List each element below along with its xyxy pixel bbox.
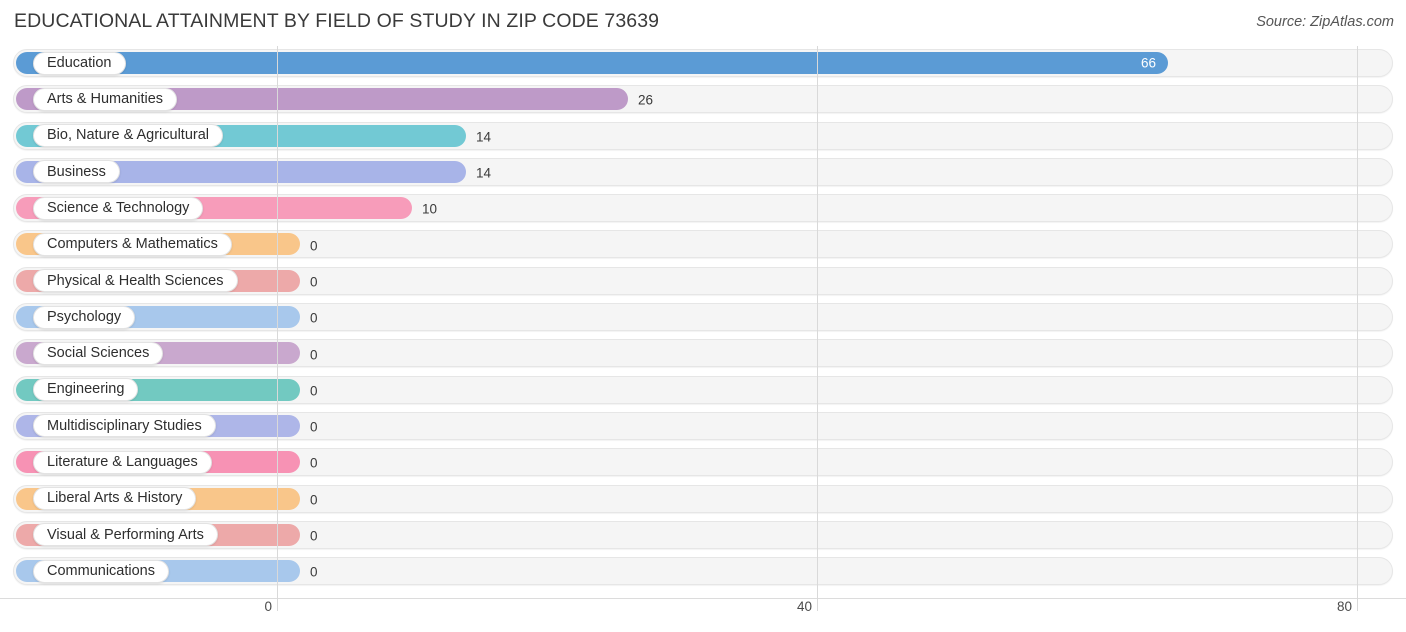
axis-line	[0, 598, 1406, 599]
bar-category-pill[interactable]: Social Sciences	[33, 341, 164, 365]
bar-value-label: 0	[310, 528, 318, 544]
bar-row: 0 Psychology	[0, 300, 1406, 336]
bar-category-pill[interactable]: Science & Technology	[33, 196, 204, 220]
bar-category-label: Business	[47, 163, 106, 180]
bar-category-label: Social Sciences	[47, 345, 150, 362]
axis-tick-mark	[277, 598, 278, 611]
axis-tick-mark	[1357, 598, 1358, 611]
bar-value-label: 0	[310, 564, 318, 580]
bar-category-pill[interactable]: Education	[33, 51, 126, 75]
chart-page: EDUCATIONAL ATTAINMENT BY FIELD OF STUDY…	[0, 0, 1406, 632]
bar-value-label: 0	[310, 347, 318, 363]
bar-category-pill[interactable]: Literature & Languages	[33, 450, 212, 474]
bar-value-label: 10	[422, 201, 438, 217]
bar-value-label: 0	[310, 455, 318, 471]
x-axis: 0 40 80	[0, 598, 1406, 632]
bar-row: 0 Liberal Arts & History	[0, 482, 1406, 518]
plot-area: 66 Education 26 Arts & Humanities 14 Bio, Nat…	[0, 46, 1406, 598]
bar-category-label: Liberal Arts & History	[47, 490, 183, 507]
bar-row: 0 Literature & Languages	[0, 445, 1406, 481]
bar-value-label: 14	[476, 165, 492, 181]
axis-tick-label: 80	[1336, 599, 1352, 614]
bar-value-label: 14	[476, 129, 492, 145]
axis-tick-mark	[817, 598, 818, 611]
bar-category-pill[interactable]: Arts & Humanities	[33, 87, 178, 111]
bar-category-label: Visual & Performing Arts	[47, 526, 204, 543]
bar-row: 0 Communications	[0, 554, 1406, 590]
bar-category-label: Literature & Languages	[47, 454, 198, 471]
bar-category-label: Multidisciplinary Studies	[47, 417, 202, 434]
bar-row: 0 Visual & Performing Arts	[0, 518, 1406, 554]
bar-row: 0 Computers & Mathematics	[0, 227, 1406, 263]
source-attribution: Source: ZipAtlas.com	[1256, 14, 1394, 30]
bar-category-pill[interactable]: Multidisciplinary Studies	[33, 414, 216, 438]
bar-category-pill[interactable]: Engineering	[33, 378, 139, 402]
bar-category-label: Physical & Health Sciences	[47, 272, 224, 289]
bar-category-pill[interactable]: Psychology	[33, 305, 136, 329]
bar-category-pill[interactable]: Physical & Health Sciences	[33, 269, 238, 293]
bar-category-label: Arts & Humanities	[47, 91, 164, 108]
bar-value-label: 0	[310, 238, 318, 254]
bar-category-pill[interactable]: Business	[33, 160, 120, 184]
bar-category-pill[interactable]: Liberal Arts & History	[33, 487, 197, 511]
bar-rows: 66 Education 26 Arts & Humanities 14 Bio, Nat…	[0, 46, 1406, 590]
bar-value-label: 0	[310, 419, 318, 435]
bar-row: 14 Business	[0, 155, 1406, 191]
bar-value-label: 0	[310, 492, 318, 508]
axis-tick-label: 40	[796, 599, 812, 614]
bar-row: 0 Multidisciplinary Studies	[0, 409, 1406, 445]
bar-row: 0 Engineering	[0, 373, 1406, 409]
bar-category-label: Education	[47, 54, 112, 71]
bar-category-label: Psychology	[47, 308, 122, 325]
bar-row: 26 Arts & Humanities	[0, 82, 1406, 118]
bar-row: 14 Bio, Nature & Agricultural	[0, 119, 1406, 155]
bar[interactable]: 66	[16, 52, 1168, 74]
bar-category-label: Bio, Nature & Agricultural	[47, 127, 209, 144]
bar-category-pill[interactable]: Communications	[33, 559, 169, 583]
bar-row: 66 Education	[0, 46, 1406, 82]
bar-category-label: Communications	[47, 562, 155, 579]
bar-value-label: 0	[310, 310, 318, 326]
bar-row: 10 Science & Technology	[0, 191, 1406, 227]
page-title: EDUCATIONAL ATTAINMENT BY FIELD OF STUDY…	[14, 10, 660, 32]
bar-row: 0 Physical & Health Sciences	[0, 264, 1406, 300]
bar-value-label: 66	[1140, 55, 1156, 71]
bar-category-pill[interactable]: Bio, Nature & Agricultural	[33, 124, 223, 148]
bar-category-label: Computers & Mathematics	[47, 236, 218, 253]
axis-tick-label: 0	[264, 599, 272, 614]
bar-category-pill[interactable]: Computers & Mathematics	[33, 232, 232, 256]
bar-value-label: 26	[638, 92, 654, 108]
bar-value-label: 0	[310, 274, 318, 290]
bar-row: 0 Social Sciences	[0, 336, 1406, 372]
bar-category-label: Science & Technology	[47, 199, 190, 216]
bar-category-pill[interactable]: Visual & Performing Arts	[33, 523, 218, 547]
bar-category-label: Engineering	[47, 381, 125, 398]
chart-header: EDUCATIONAL ATTAINMENT BY FIELD OF STUDY…	[0, 0, 1406, 46]
bar-value-label: 0	[310, 383, 318, 399]
